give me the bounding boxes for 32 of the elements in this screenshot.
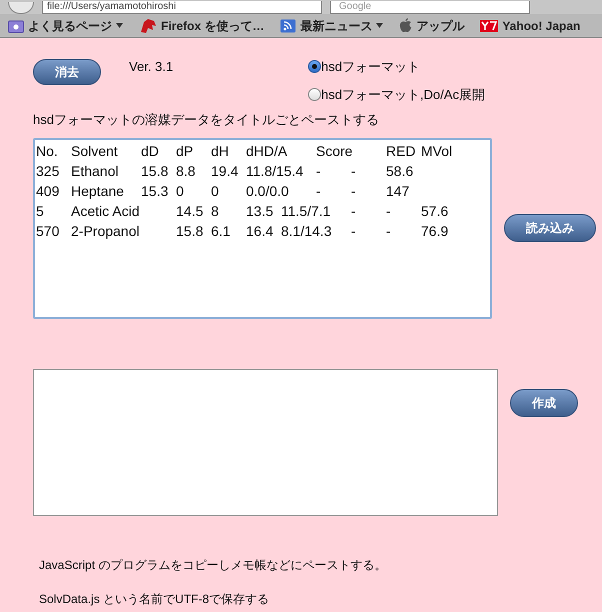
output-field[interactable]: [33, 368, 498, 516]
radio-button[interactable]: [308, 88, 322, 101]
bookmark-item[interactable]: 最新ニュース: [280, 16, 384, 34]
bookmark-label: 最新ニュース: [300, 18, 372, 34]
bookmark-item[interactable]: Firefox を使って…: [139, 16, 264, 34]
bookmark-item[interactable]: よく見るページ: [8, 16, 123, 34]
bookmark-label: Firefox を使って…: [161, 18, 264, 34]
input-field[interactable]: No. Solvent dD dP dH dHD/A Score RED MVol 325 Ethanol 15.8 8.8 19.4 11.8/15.4 - - 58.6 409 Heptane 15.3 0 0 0.0/0.0 - - 147 5 Acetic Acid 14.5 8 13.5 11.5/7.1 - - 57.6 570 2-Propanol 15.8 6.1 16.4 8.1/14.3 - - 76.9: [33, 138, 492, 318]
bookmark-item[interactable]: Yahoo! Japan: [480, 16, 580, 34]
bookmark-label: よく見るページ: [28, 18, 112, 34]
bookmark-label: アップル: [416, 18, 464, 34]
instruction-text: hsdフォーマットの溶媒データをタイトルごとペーストする: [33, 111, 380, 129]
folder-icon: [8, 18, 24, 32]
dragon-icon: [139, 18, 157, 34]
back-button[interactable]: [8, 2, 34, 14]
rss-icon: [280, 18, 296, 32]
radio-button[interactable]: [308, 60, 322, 74]
load-button[interactable]: 読み込み: [504, 214, 596, 242]
version-label: Ver. 3.1: [129, 58, 174, 76]
format-radio[interactable]: hsdフォーマット,Do/Ac展開: [308, 84, 486, 104]
address-field[interactable]: file:///Users/yamamotohiroshi: [42, 1, 322, 14]
caret-icon: [376, 23, 384, 28]
apple-icon: [399, 18, 412, 33]
bookmark-item[interactable]: アップル: [399, 16, 464, 34]
create-button[interactable]: 作成: [510, 388, 578, 416]
note-text: JavaScript のプログラムをコピーしメモ帳などにペーストする。: [39, 556, 388, 574]
bookmark-label: Yahoo! Japan: [502, 18, 580, 34]
note-text: SolvData.js という名前でUTF-8で保存する: [39, 590, 270, 608]
caret-icon: [116, 23, 123, 28]
yahoo-icon: [480, 20, 498, 32]
clear-button[interactable]: 消去: [33, 59, 101, 85]
format-radio[interactable]: hsdフォーマット: [308, 57, 486, 76]
